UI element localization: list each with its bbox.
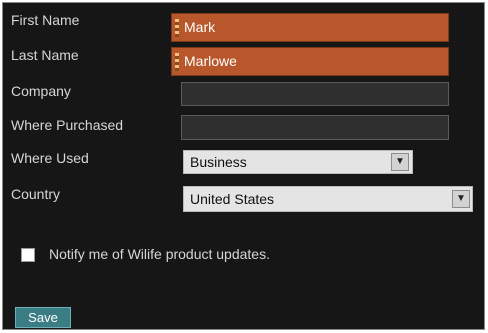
where-purchased-input[interactable] (181, 115, 449, 140)
last-name-value: Marlowe (184, 53, 237, 69)
grip-icon (175, 19, 179, 37)
where-used-select[interactable]: Business ▼ (183, 150, 413, 174)
notify-checkbox[interactable] (21, 248, 35, 262)
chevron-down-icon[interactable]: ▼ (391, 153, 409, 171)
country-select[interactable]: United States ▼ (183, 186, 473, 212)
last-name-label: Last Name (11, 47, 79, 63)
company-input[interactable] (181, 82, 449, 106)
notify-label[interactable]: Notify me of Wilife product updates. (49, 246, 270, 262)
first-name-value: Mark (184, 19, 216, 35)
company-label: Company (11, 83, 71, 99)
first-name-label: First Name (11, 12, 80, 28)
chevron-down-icon[interactable]: ▼ (452, 190, 470, 208)
where-used-value: Business (190, 154, 247, 170)
grip-icon (175, 53, 179, 71)
country-label: Country (11, 186, 61, 202)
country-value: United States (190, 191, 275, 207)
save-button[interactable]: Save (15, 307, 71, 328)
where-purchased-label: Where Purchased (11, 117, 124, 133)
registration-form: First Name Mark Last Name Marlowe Compan… (2, 2, 485, 330)
last-name-input[interactable]: Marlowe (171, 47, 449, 76)
first-name-input[interactable]: Mark (171, 13, 449, 42)
where-used-label: Where Used (11, 150, 89, 166)
